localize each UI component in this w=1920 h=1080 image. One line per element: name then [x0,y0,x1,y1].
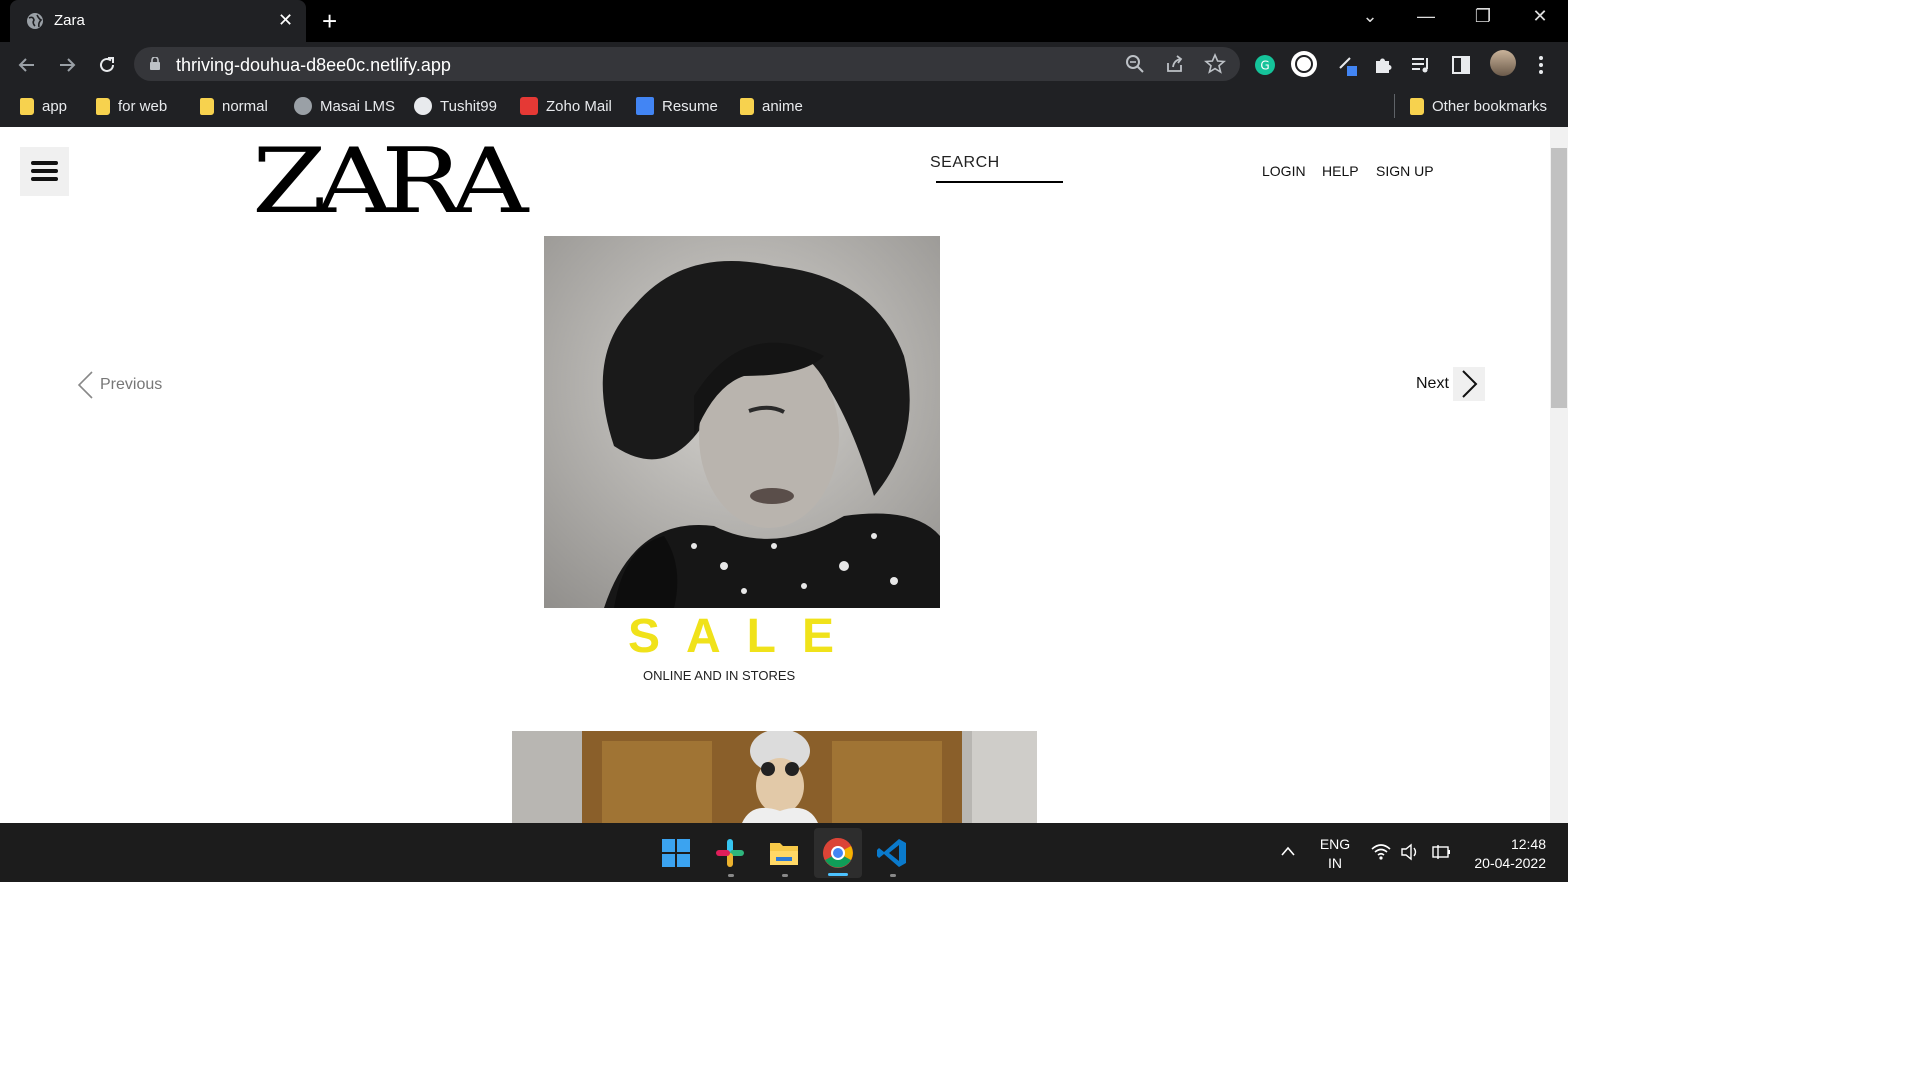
bookmark-masai-lms[interactable]: Masai LMS [294,95,395,117]
login-link[interactable]: LOGIN [1262,163,1306,179]
folder-icon [1410,97,1424,115]
folder-icon [96,97,110,115]
new-tab-button[interactable]: + [322,6,337,37]
folder-icon [200,97,214,115]
media-control-icon[interactable] [1410,54,1432,76]
side-panel-icon[interactable] [1450,54,1472,76]
browser-toolbar: thriving-douhua-d8ee0c.netlify.app G [0,42,1568,86]
chrome-active-indicator [828,873,848,876]
prev-label: Previous [100,376,163,393]
bookmark-app[interactable]: app [20,95,67,117]
url-text: thriving-douhua-d8ee0c.netlify.app [176,55,451,75]
folder-icon [20,97,34,115]
other-bookmarks[interactable]: Other bookmarks [1410,95,1547,117]
minimize-button[interactable]: — [1406,6,1446,27]
lang-line-2: IN [1328,855,1342,871]
scrollbar-thumb[interactable] [1551,148,1567,408]
windows-taskbar: ENG IN 12:48 20-04-2022 [0,823,1568,882]
language-indicator[interactable]: ENG IN [1318,835,1352,873]
zoho-icon [520,97,538,115]
slack-icon[interactable] [712,835,748,871]
bookmark-normal[interactable]: normal [200,95,268,117]
explorer-running-indicator [782,874,788,877]
chrome-icon[interactable] [820,835,856,871]
windows-start-icon[interactable] [658,835,694,871]
chevron-up-icon[interactable] [1280,845,1296,857]
sale-subtitle: ONLINE AND IN STORES [643,668,796,683]
file-explorer-icon[interactable] [766,835,802,871]
zara-logo[interactable]: ZARA [252,129,528,234]
search-underline [936,181,1063,183]
next-label: Next [1416,375,1449,392]
close-window-button[interactable]: ✕ [1520,6,1560,27]
bookmark-zoho-mail[interactable]: Zoho Mail [520,95,612,117]
hamburger-menu-button[interactable] [20,147,69,196]
wifi-icon[interactable] [1370,843,1392,861]
clock-time: 12:48 [1510,836,1546,852]
chevron-left-icon [77,371,93,399]
chevron-right-icon [1452,367,1485,401]
grammarly-icon[interactable]: G [1254,54,1276,76]
bookmark-label: app [42,97,68,115]
back-icon[interactable] [16,54,38,76]
reload-icon[interactable] [96,54,118,76]
sale-heading: SALE [628,610,861,663]
restore-button[interactable]: ❐ [1463,6,1503,27]
bookmark-label: anime [762,97,803,115]
bookmark-resume[interactable]: Resume [636,95,718,117]
second-banner-photo [512,731,1037,823]
svg-text:G: G [1260,59,1269,73]
bookmark-label: for web [118,97,168,115]
hero-image [544,236,940,608]
carousel-next-button[interactable]: Next [1416,367,1485,401]
pen-extension-icon[interactable] [1336,54,1358,76]
forward-icon[interactable] [56,54,78,76]
bookmark-label: Masai LMS [320,97,396,115]
bookmark-label: Resume [662,97,718,115]
bookmark-label: normal [222,97,268,115]
search-input[interactable]: SEARCH [930,154,1063,172]
bookmark-tushit99[interactable]: Tushit99 [414,95,497,117]
vscode-icon[interactable] [874,835,910,871]
help-link[interactable]: HELP [1322,163,1359,179]
slack-running-indicator [728,874,734,877]
bookmark-star-icon[interactable] [1204,53,1226,75]
tab-title: Zara [54,12,85,29]
address-bar[interactable]: thriving-douhua-d8ee0c.netlify.app [134,47,1240,81]
carousel-prev-button[interactable]: Previous [76,370,162,400]
zoom-icon[interactable] [1124,53,1146,75]
close-tab-icon[interactable]: ✕ [278,10,293,31]
docs-icon [636,97,654,115]
bookmark-label: Zoho Mail [546,97,612,115]
extensions-puzzle-icon[interactable] [1372,54,1394,76]
lock-icon [150,57,160,70]
clock-date: 20-04-2022 [1474,855,1546,871]
tab-strip: Zara ✕ + ⌄ — ❐ ✕ [0,0,1568,42]
bookmark-anime[interactable]: anime [740,95,803,117]
other-bookmarks-label: Other bookmarks [1432,97,1548,115]
extension-circle-icon[interactable] [1290,50,1318,78]
hero-photo [544,236,940,608]
share-icon[interactable] [1164,53,1186,75]
bookmarks-divider [1394,94,1395,118]
volume-icon[interactable] [1400,843,1420,861]
github-icon [414,97,432,115]
folder-icon [740,97,754,115]
page-content: ZARA SEARCH LOGIN HELP SIGN UP Previous [0,127,1550,823]
vscode-running-indicator [890,874,896,877]
clock[interactable]: 12:48 20-04-2022 [1468,835,1546,873]
lang-line-1: ENG [1319,836,1351,852]
bookmark-for-web[interactable]: for web [96,95,167,117]
tab-search-icon[interactable]: ⌄ [1350,6,1390,27]
globe-icon [27,13,43,29]
profile-avatar[interactable] [1490,50,1516,76]
tab-zara[interactable]: Zara ✕ [10,0,306,42]
bookmarks-bar: app for web normal Masai LMS Tushit99 Zo… [0,86,1568,127]
battery-icon[interactable] [1430,843,1452,861]
signup-link[interactable]: SIGN UP [1376,163,1434,179]
bookmark-label: Tushit99 [440,97,497,115]
second-banner-image [512,731,1037,823]
chrome-menu-icon[interactable] [1530,54,1552,76]
globe-icon [294,97,312,115]
